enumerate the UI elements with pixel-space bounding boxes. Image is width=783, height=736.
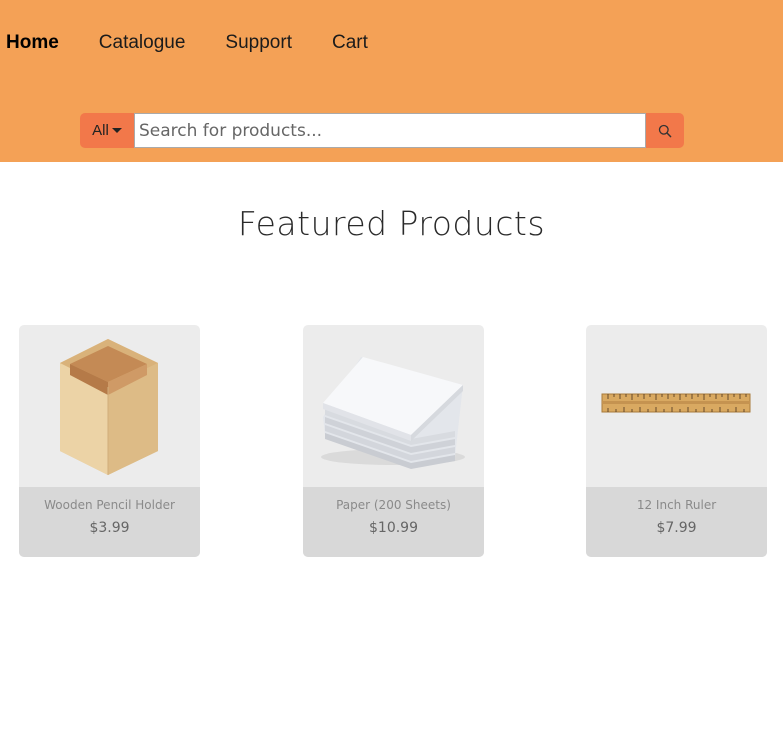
nav-catalogue[interactable]: Catalogue [99,32,186,54]
product-card-pencil-holder[interactable]: Wooden Pencil Holder $3.99 [19,325,200,557]
wooden-ruler-image [601,393,751,413]
category-dropdown[interactable]: All [80,113,134,148]
product-info: 12 Inch Ruler $7.99 [586,487,767,557]
caret-down-icon [111,128,122,133]
product-name: 12 Inch Ruler [636,498,717,512]
product-card-ruler[interactable]: 12 Inch Ruler $7.99 [586,325,767,557]
main-nav: Home Catalogue Support Cart [6,32,408,54]
section-title: Featured Products [237,204,546,243]
search-bar: All [80,113,684,148]
product-name: Wooden Pencil Holder [44,498,175,512]
paper-stack-image [321,357,465,469]
product-price: $3.99 [89,520,130,536]
product-price: $10.99 [369,520,418,536]
wooden-pencil-holder-image [60,339,158,475]
product-name: Paper (200 Sheets) [336,498,451,512]
product-price: $7.99 [656,520,697,536]
product-info: Wooden Pencil Holder $3.99 [19,487,200,557]
search-button[interactable] [646,113,684,148]
product-info: Paper (200 Sheets) $10.99 [303,487,484,557]
nav-home[interactable]: Home [6,32,59,54]
category-label: All [92,122,109,139]
nav-cart[interactable]: Cart [332,32,368,54]
search-input[interactable] [134,113,646,148]
site-header: Home Catalogue Support Cart All [0,0,783,162]
product-card-paper[interactable]: Paper (200 Sheets) $10.99 [303,325,484,557]
nav-support[interactable]: Support [225,32,292,54]
search-icon [658,124,672,137]
